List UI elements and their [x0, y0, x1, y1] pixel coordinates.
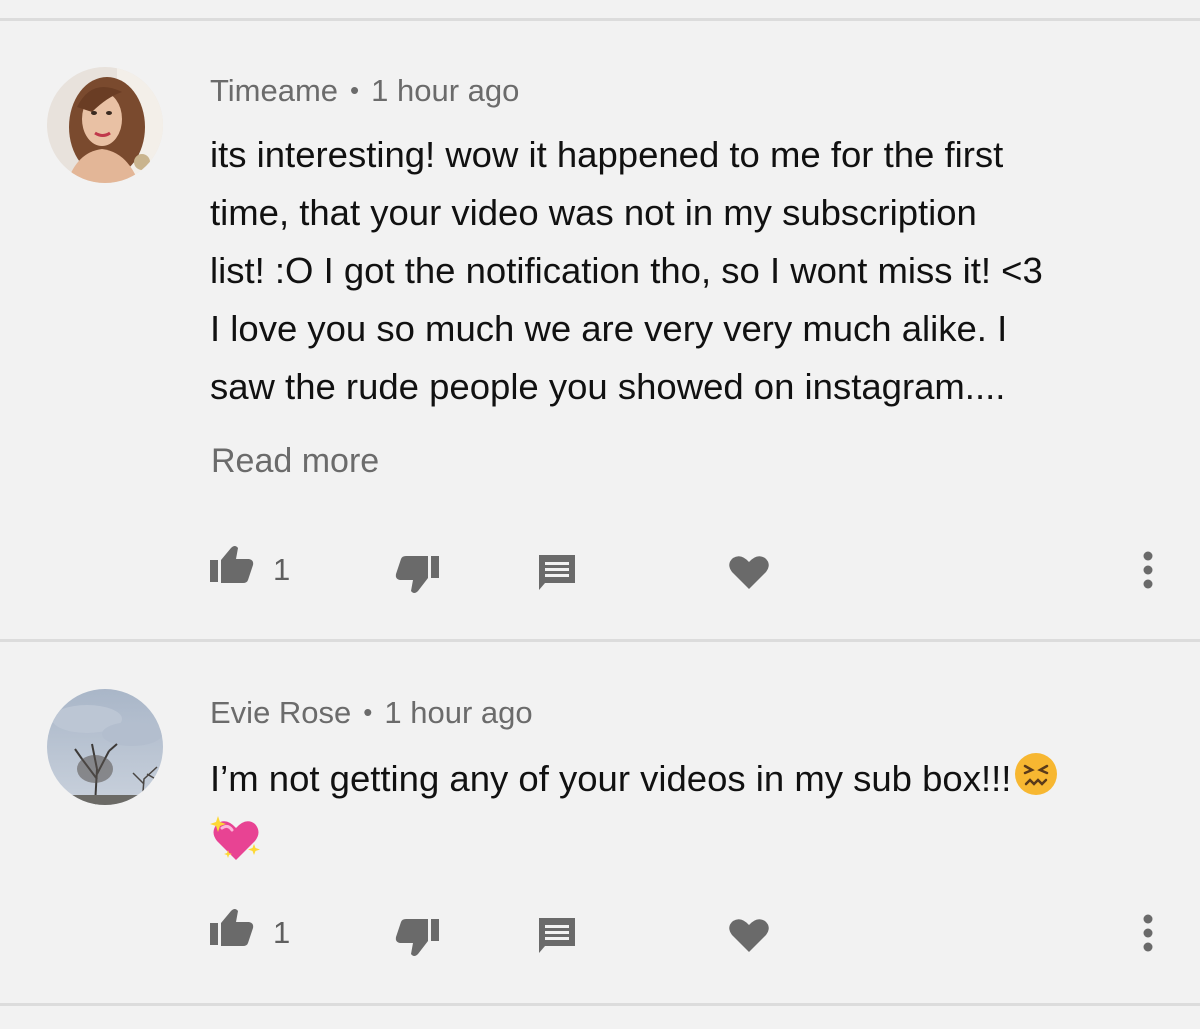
- bottom-divider: [0, 1003, 1200, 1006]
- comment-line: list! :O I got the notification tho, so …: [210, 250, 1043, 291]
- comment-time[interactable]: 1 hour ago: [384, 695, 532, 730]
- comment-line-text: I’m not getting any of your videos in my…: [210, 758, 1012, 799]
- comment-line: [210, 814, 1170, 881]
- comment-divider: [0, 639, 1200, 642]
- confounded-face-emoji: [1013, 751, 1059, 814]
- reply-icon: [539, 555, 575, 590]
- top-divider: [0, 18, 1200, 21]
- comment-actions: 1: [0, 544, 1200, 594]
- meta-separator: •: [363, 697, 373, 727]
- reply-button[interactable]: [537, 916, 577, 961]
- avatar[interactable]: [47, 689, 163, 805]
- more-options-button[interactable]: [1140, 913, 1156, 958]
- comment-line: I’m not getting any of your videos in my…: [210, 750, 1170, 814]
- comment-body: its interesting! wow it happened to me f…: [210, 126, 1170, 416]
- comment-actions: 1: [0, 907, 1200, 957]
- reply-button[interactable]: [537, 553, 577, 598]
- meta-separator: •: [350, 75, 360, 105]
- like-button[interactable]: [209, 907, 255, 954]
- comment-meta: Timeame • 1 hour ago: [210, 75, 519, 106]
- heart-button[interactable]: [728, 554, 770, 595]
- author-name[interactable]: Evie Rose: [210, 695, 351, 730]
- thumbs-down-icon: [395, 919, 439, 956]
- thumbs-down-icon: [395, 556, 439, 593]
- avatar[interactable]: [47, 67, 163, 183]
- comment-time[interactable]: 1 hour ago: [371, 73, 519, 108]
- thumbs-up-icon: [210, 909, 254, 946]
- read-more-link[interactable]: Read more: [211, 444, 379, 478]
- sparkling-heart-emoji: [210, 814, 262, 881]
- like-count: 1: [273, 915, 291, 950]
- dislike-button[interactable]: [394, 917, 440, 964]
- comment-body: I’m not getting any of your videos in my…: [210, 750, 1170, 881]
- more-vert-icon: [1143, 914, 1153, 952]
- more-vert-icon: [1143, 551, 1153, 589]
- heart-icon: [729, 919, 769, 952]
- heart-icon: [729, 556, 769, 589]
- comment-line: its interesting! wow it happened to me f…: [210, 134, 1004, 175]
- author-name[interactable]: Timeame: [210, 73, 338, 108]
- comment-meta: Evie Rose • 1 hour ago: [210, 697, 533, 728]
- like-count: 1: [273, 552, 291, 587]
- comment-line: time, that your video was not in my subs…: [210, 192, 977, 233]
- comment-line: saw the rude people you showed on instag…: [210, 366, 1006, 407]
- thumbs-up-icon: [210, 546, 254, 583]
- heart-button[interactable]: [728, 917, 770, 958]
- dislike-button[interactable]: [394, 554, 440, 601]
- reply-icon: [539, 918, 575, 953]
- like-button[interactable]: [209, 544, 255, 591]
- more-options-button[interactable]: [1140, 550, 1156, 595]
- comment-line: I love you so much we are very very much…: [210, 308, 1008, 349]
